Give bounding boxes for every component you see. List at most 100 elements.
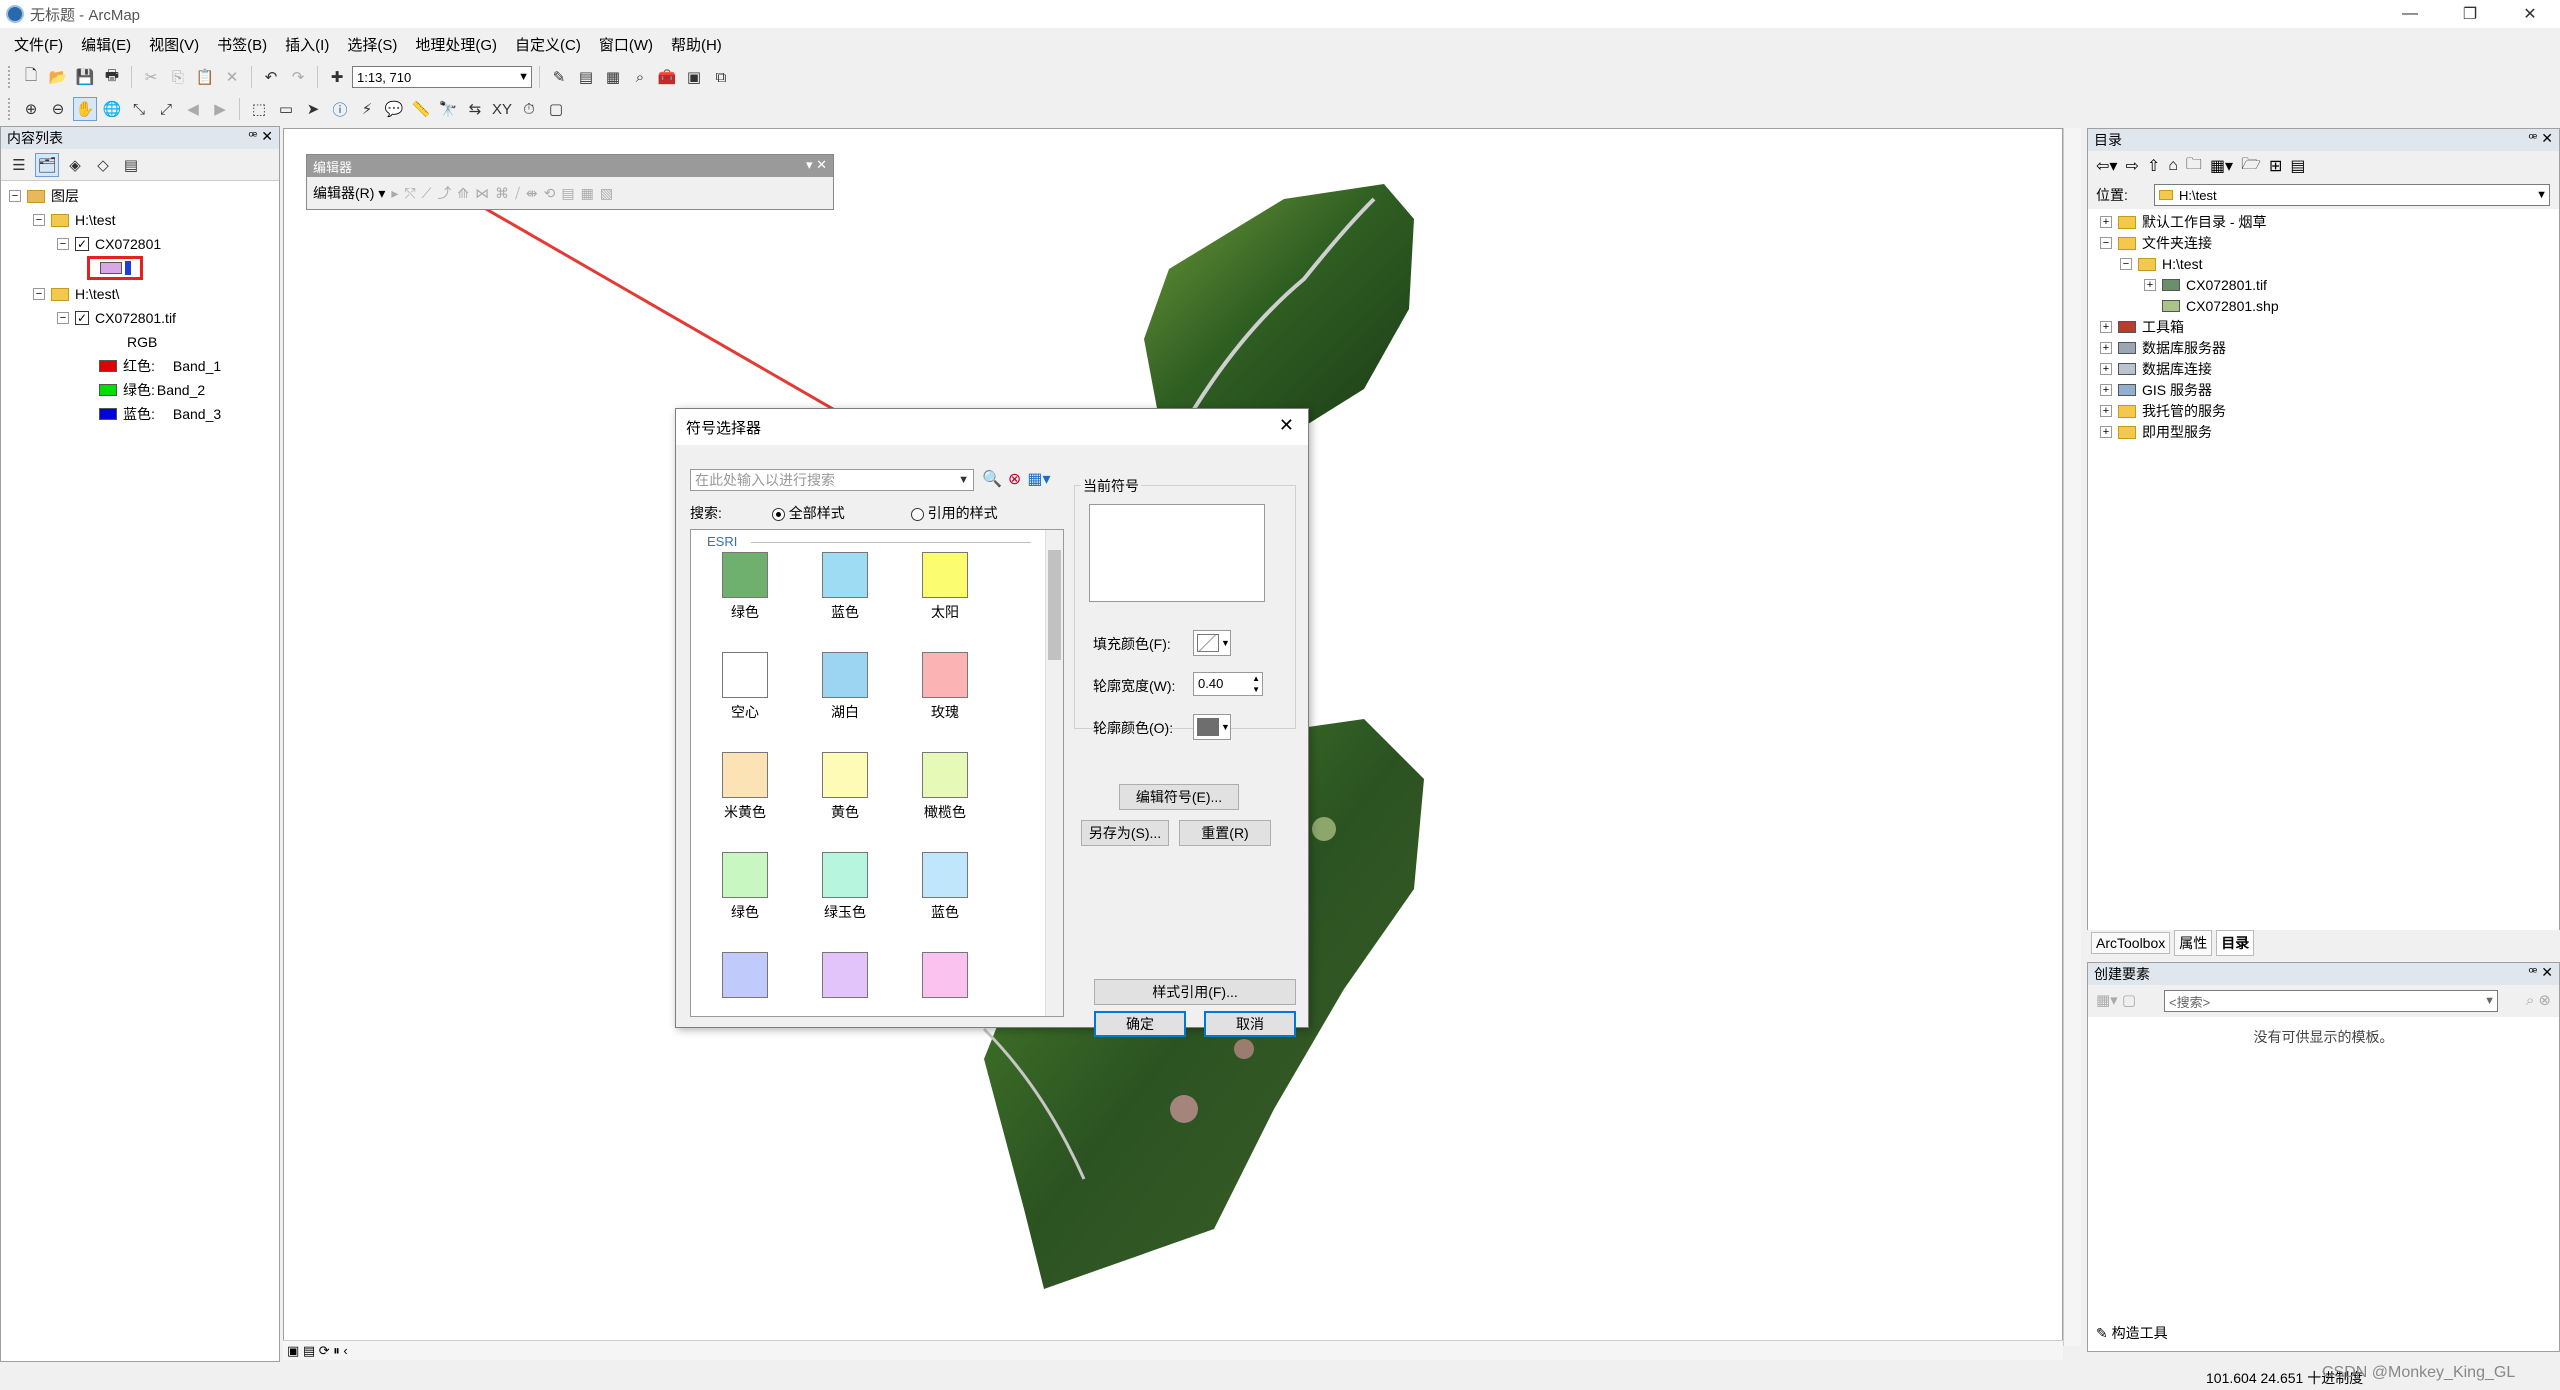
menu-geoprocessing[interactable]: 地理处理(G) <box>407 34 507 55</box>
options-icon[interactable]: ▤ <box>2290 156 2305 176</box>
select-features-icon[interactable]: ⬚ <box>247 97 271 121</box>
green-swatch[interactable] <box>99 384 117 396</box>
style-references-button[interactable]: 样式引用(F)... <box>1094 979 1296 1005</box>
outline-width-input[interactable]: 0.40 ▲ ▼ <box>1193 672 1263 696</box>
tree-item-layer2[interactable]: − ✓ CX072801.tif <box>57 307 176 329</box>
clear-selection-icon[interactable]: ▭ <box>274 97 298 121</box>
select-elements-icon[interactable]: ➤ <box>301 97 325 121</box>
edit-symbol-button[interactable]: 编辑符号(E)... <box>1119 784 1239 810</box>
forward-extent-icon[interactable]: ▶ <box>208 97 232 121</box>
editor-toolbar-icon[interactable]: ✎ <box>547 65 571 89</box>
catalog-item-tif[interactable]: + CX072801.tif <box>2144 274 2267 296</box>
edit-tool-icon[interactable]: ▸ <box>391 185 398 202</box>
minimize-button[interactable]: — <box>2380 0 2440 28</box>
red-swatch[interactable] <box>99 360 117 372</box>
layer1-fill-swatch[interactable] <box>99 262 122 274</box>
measure-icon[interactable]: 📏 <box>409 97 433 121</box>
symbol-swatch[interactable]: 蓝色 <box>805 552 885 622</box>
redo-icon[interactable]: ↷ <box>286 65 310 89</box>
menu-help[interactable]: 帮助(H) <box>663 34 732 55</box>
close-icon[interactable]: ꟹ ✕ <box>2528 964 2553 981</box>
reshape-icon[interactable]: ⌘ <box>495 185 509 202</box>
symbol-search-input[interactable]: 在此处输入以进行搜索 ▼ <box>690 469 974 491</box>
list-by-source-icon[interactable]: 🗂 <box>35 152 59 177</box>
menu-customize[interactable]: 自定义(C) <box>507 34 591 55</box>
close-icon[interactable]: ▾ ✕ <box>806 157 827 173</box>
chevron-down-icon[interactable]: ▼ <box>958 470 969 490</box>
outline-color-picker[interactable]: ▼ <box>1193 714 1231 740</box>
python-window-icon[interactable]: ▣ <box>682 65 706 89</box>
editor-toolbar-header[interactable]: 编辑器 ▾ ✕ <box>307 155 833 177</box>
tree-item-group1[interactable]: − H:\test <box>33 209 115 231</box>
layer2-visibility-checkbox[interactable]: ✓ <box>75 311 89 325</box>
radio-all-styles[interactable]: 全部样式 <box>771 505 845 521</box>
symbol-swatch[interactable]: 绿玉色 <box>805 852 885 922</box>
symbol-swatch[interactable] <box>905 952 985 1002</box>
full-extent-icon[interactable]: 🌐 <box>100 97 124 121</box>
back-extent-icon[interactable]: ◀ <box>181 97 205 121</box>
arctoolbox-icon[interactable]: 🧰 <box>655 65 679 89</box>
symbol-swatch[interactable]: 黄色 <box>805 752 885 822</box>
catalog-item-toolboxes[interactable]: + 工具箱 <box>2100 316 2184 338</box>
symbol-swatch[interactable] <box>705 952 785 1002</box>
zoom-out-icon[interactable]: ⊖ <box>46 97 70 121</box>
blue-swatch[interactable] <box>99 408 117 420</box>
view-options-icon[interactable]: ▦▾ <box>1027 469 1050 489</box>
view-toggle-icon[interactable]: ▦▾ <box>2210 156 2233 176</box>
up-one-level-icon[interactable]: ⇧ <box>2147 156 2160 176</box>
search-icon[interactable]: ⌕ ⊗ <box>2526 991 2551 1009</box>
menu-windows[interactable]: 窗口(W) <box>591 34 663 55</box>
open-folder-icon[interactable]: 📂 <box>46 65 70 89</box>
menu-edit[interactable]: 编辑(E) <box>73 34 141 55</box>
find-icon[interactable]: 🔭 <box>436 97 460 121</box>
paste-icon[interactable]: 📋 <box>193 65 217 89</box>
toolbar-grip[interactable] <box>8 98 12 120</box>
zoom-in-icon[interactable]: ⊕ <box>19 97 43 121</box>
map-vertical-scrollbar[interactable] <box>2063 128 2081 1346</box>
map-scale-combo[interactable]: 1:13, 710 ▼ <box>352 66 532 88</box>
pan-icon[interactable]: ✋ <box>73 97 97 121</box>
home-icon[interactable]: ⌂ <box>2168 157 2178 175</box>
catalog-item-hosted[interactable]: + 我托管的服务 <box>2100 400 2226 422</box>
band-green-row[interactable]: 绿色: Band_2 <box>99 379 205 401</box>
menu-view[interactable]: 视图(V) <box>141 34 209 55</box>
tab-properties[interactable]: 属性 <box>2174 930 2213 956</box>
catalog-item-htest[interactable]: − H:\test <box>2120 253 2202 275</box>
search-icon[interactable]: 🔍 <box>982 469 1002 489</box>
sketch-properties-icon[interactable]: ▦ <box>581 185 594 202</box>
cut-icon[interactable]: ✂ <box>139 65 163 89</box>
map-horizontal-scrollbar[interactable]: ▣ ▤ ⟳ ⏸ ‹ <box>283 1340 2063 1360</box>
tree-item-layer1[interactable]: − ✓ CX072801 <box>57 233 161 255</box>
menu-bookmarks[interactable]: 书签(B) <box>209 34 277 55</box>
location-combo[interactable]: H:\test ▼ <box>2154 184 2550 206</box>
symbol-gallery[interactable]: ESRI 绿色 蓝色 太阳 空心 湖白 玫瑰 米黄色 黄色 橄榄色 绿色 绿玉色 蓝色 <box>690 529 1064 1017</box>
forward-icon[interactable]: ⇨ <box>2125 156 2138 176</box>
tab-arctoolbox[interactable]: ArcToolbox <box>2091 932 2171 954</box>
symbol-swatch[interactable]: 空心 <box>705 652 785 722</box>
symbol-swatch[interactable] <box>805 952 885 1002</box>
ok-button[interactable]: 确定 <box>1094 1011 1186 1037</box>
fill-color-picker[interactable]: ▼ <box>1193 630 1231 656</box>
modelbuilder-icon[interactable]: ⧉ <box>709 65 733 89</box>
print-icon[interactable]: 🖶 <box>100 65 124 89</box>
collapse-icon[interactable]: − <box>9 190 21 202</box>
close-icon[interactable]: ꟹ ✕ <box>248 128 273 145</box>
menu-insert[interactable]: 插入(I) <box>277 34 339 55</box>
options-icon[interactable]: ▤ <box>119 153 143 177</box>
collapse-icon[interactable]: − <box>57 238 69 250</box>
viewer-window-icon[interactable]: ▢ <box>544 97 568 121</box>
hyperlink-icon[interactable]: ⚡ <box>355 97 379 121</box>
launch-arccatalog-icon[interactable]: ⊞ <box>2269 156 2282 176</box>
layer1-symbol-row[interactable] <box>87 256 143 280</box>
catalog-item-db-connections[interactable]: + 数据库连接 <box>2100 358 2212 380</box>
catalog-item-shp[interactable]: CX072801.shp <box>2162 295 2279 317</box>
spinner-icon[interactable]: ▲ ▼ <box>1252 673 1260 695</box>
connect-folder-icon[interactable]: 🗀 <box>2186 153 2202 180</box>
fixed-zoom-out-icon[interactable]: ⤢ <box>154 97 178 121</box>
tree-item-layers[interactable]: − 图层 <box>9 185 79 207</box>
save-icon[interactable]: 💾 <box>73 65 97 89</box>
list-by-drawing-order-icon[interactable]: ☰ <box>7 153 31 177</box>
symbol-swatch[interactable]: 绿色 <box>705 552 785 622</box>
symbol-swatch[interactable]: 米黄色 <box>705 752 785 822</box>
close-icon[interactable]: ✕ <box>1279 415 1294 436</box>
